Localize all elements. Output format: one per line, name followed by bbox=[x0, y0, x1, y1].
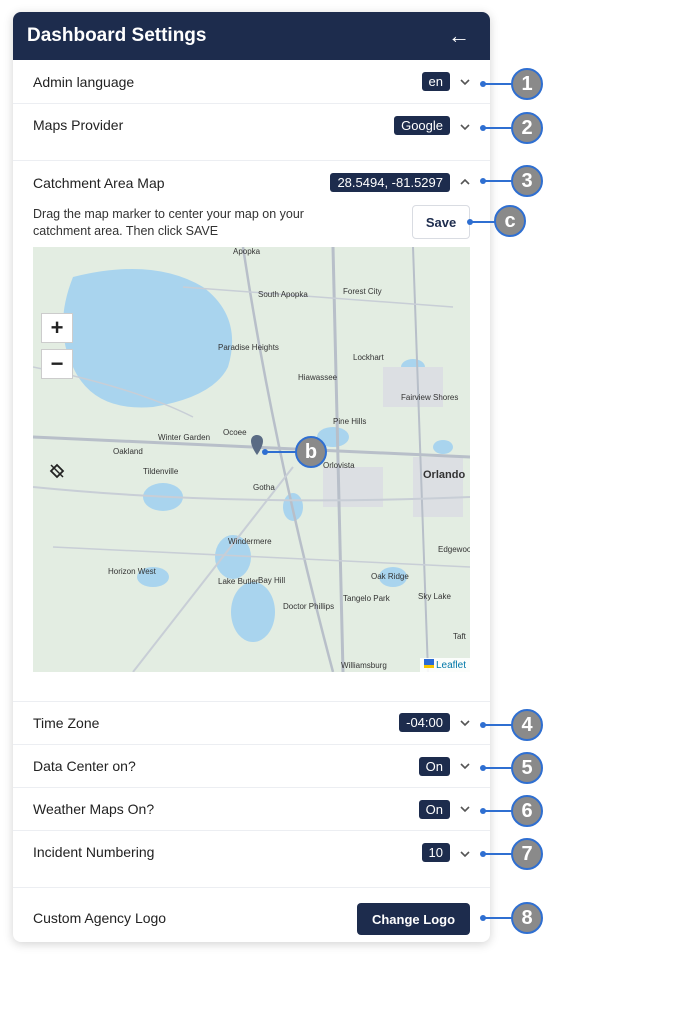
annotation-connector bbox=[480, 722, 513, 728]
annotation-connector bbox=[480, 808, 513, 814]
annotation-marker-1: 1 bbox=[511, 68, 543, 100]
map-label: Lake Butler bbox=[218, 577, 259, 586]
settings-panel: Dashboard Settings ← Admin language en M… bbox=[13, 12, 490, 942]
setting-value-badge: en bbox=[421, 72, 450, 91]
annotation-marker-8: 8 bbox=[511, 902, 543, 934]
setting-row-incident-numbering[interactable]: Incident Numbering 10 bbox=[13, 831, 490, 888]
map-label: Forest City bbox=[343, 287, 382, 296]
chevron-up-icon[interactable] bbox=[458, 175, 472, 189]
annotation-connector bbox=[467, 219, 496, 225]
map-label: Bay Hill bbox=[258, 576, 286, 585]
catchment-instructions: Drag the map marker to center your map o… bbox=[33, 207, 304, 238]
setting-value-badge: Google bbox=[394, 116, 450, 135]
map-label: Paradise Heights bbox=[218, 343, 279, 352]
map-label: Pine Hills bbox=[333, 417, 367, 426]
setting-row-time-zone[interactable]: Time Zone -04:00 bbox=[13, 701, 490, 745]
annotation-marker-5: 5 bbox=[511, 752, 543, 784]
annotation-marker-7: 7 bbox=[511, 838, 543, 870]
setting-label: Incident Numbering bbox=[33, 844, 155, 860]
annotation-marker-4: 4 bbox=[511, 709, 543, 741]
zoom-out-button[interactable]: − bbox=[41, 349, 73, 379]
setting-row-maps-provider[interactable]: Maps Provider Google bbox=[13, 104, 490, 161]
chevron-down-icon[interactable] bbox=[458, 716, 472, 730]
map-label: Williamsburg bbox=[341, 661, 387, 670]
chevron-down-icon[interactable] bbox=[458, 75, 472, 89]
setting-row-admin-language[interactable]: Admin language en bbox=[13, 60, 490, 104]
annotation-connector bbox=[480, 81, 513, 87]
annotation-connector bbox=[480, 125, 513, 131]
map-label: Apopka bbox=[233, 247, 261, 256]
setting-label: Catchment Area Map bbox=[33, 175, 165, 191]
setting-value-badge: On bbox=[418, 756, 450, 776]
setting-label: Maps Provider bbox=[33, 117, 124, 133]
annotation-connector bbox=[480, 851, 513, 857]
setting-label: Custom Agency Logo bbox=[33, 910, 167, 926]
annotation-marker-c: c bbox=[494, 205, 526, 237]
map-tiles bbox=[33, 247, 470, 672]
map-label: Edgewood bbox=[438, 545, 470, 554]
setting-row-data-center[interactable]: Data Center on? On bbox=[13, 745, 490, 788]
measure-tool-icon[interactable] bbox=[47, 461, 67, 481]
map-label: Sky Lake bbox=[418, 592, 451, 601]
annotation-connector bbox=[262, 449, 297, 455]
map-label: Orlando bbox=[423, 469, 466, 481]
map-attribution[interactable]: Leaflet bbox=[419, 658, 470, 672]
annotation-connector bbox=[480, 915, 513, 921]
setting-value-badge: On bbox=[418, 799, 450, 819]
setting-row-weather-maps[interactable]: Weather Maps On? On bbox=[13, 788, 490, 831]
annotation-connector bbox=[480, 178, 513, 184]
map-label: Fairview Shores bbox=[401, 393, 459, 402]
map-label: Tangelo Park bbox=[343, 594, 390, 603]
setting-label: Time Zone bbox=[33, 714, 100, 731]
map-label: Windermere bbox=[228, 537, 272, 546]
map-label: Hiawassee bbox=[298, 373, 338, 382]
map-label: Horizon West bbox=[108, 567, 156, 576]
map-label: South Apopka bbox=[258, 290, 308, 299]
map-label: Orlovista bbox=[323, 461, 355, 470]
map-label: Ocoee bbox=[223, 428, 247, 437]
map-label: Oakland bbox=[113, 447, 143, 456]
map-label: Lockhart bbox=[353, 353, 384, 362]
chevron-down-icon[interactable] bbox=[458, 802, 472, 816]
save-button[interactable]: Save bbox=[412, 205, 470, 239]
annotation-marker-2: 2 bbox=[511, 112, 543, 144]
annotation-connector bbox=[480, 765, 513, 771]
setting-value-badge: -04:00 bbox=[399, 713, 450, 732]
map-label: Oak Ridge bbox=[371, 572, 409, 581]
setting-label: Weather Maps On? bbox=[33, 801, 155, 817]
ukraine-flag-icon bbox=[423, 659, 434, 668]
coordinates-badge: 28.5494, -81.5297 bbox=[330, 173, 450, 192]
chevron-down-icon[interactable] bbox=[458, 120, 472, 134]
map-label: Taft bbox=[453, 632, 466, 641]
map-label: Doctor Phillips bbox=[283, 602, 335, 611]
change-logo-button[interactable]: Change Logo bbox=[357, 903, 470, 935]
setting-value-badge: 10 bbox=[421, 843, 450, 862]
setting-label: Data Center on? bbox=[33, 758, 136, 774]
page-title: Dashboard Settings bbox=[27, 25, 207, 46]
chevron-down-icon[interactable] bbox=[458, 847, 472, 861]
annotation-marker-b: b bbox=[295, 436, 327, 468]
map-label: Winter Garden bbox=[158, 433, 211, 442]
panel-header: Dashboard Settings ← bbox=[13, 12, 490, 60]
map-label: Tildenville bbox=[143, 467, 179, 476]
setting-label: Admin language bbox=[33, 73, 135, 90]
annotation-marker-6: 6 bbox=[511, 795, 543, 827]
zoom-in-button[interactable]: + bbox=[41, 313, 73, 343]
map-label: Gotha bbox=[253, 483, 275, 492]
arrow-left-icon[interactable]: ← bbox=[448, 25, 470, 47]
catchment-map[interactable]: Apopka South Apopka Forest City Paradise… bbox=[33, 247, 470, 672]
chevron-down-icon[interactable] bbox=[458, 759, 472, 773]
annotation-marker-3: 3 bbox=[511, 165, 543, 197]
